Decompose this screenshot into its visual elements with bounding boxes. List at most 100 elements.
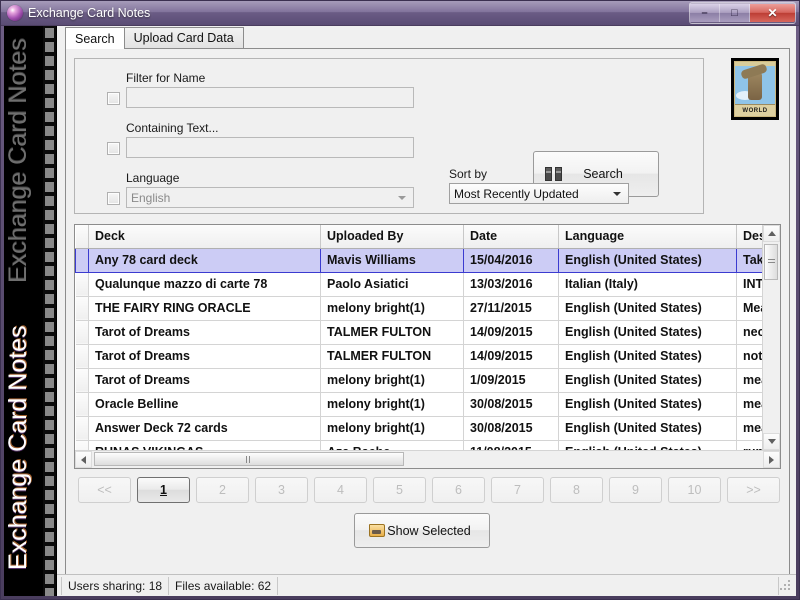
pager-next-button[interactable]: >> xyxy=(727,477,780,503)
grid-horizontal-scrollbar[interactable] xyxy=(75,450,780,468)
cell-uploaded-by[interactable]: Mavis Williams xyxy=(320,247,464,273)
cell-language[interactable]: English (United States) xyxy=(558,440,737,450)
language-combobox[interactable]: English xyxy=(126,187,414,208)
cell-language[interactable]: English (United States) xyxy=(558,416,737,441)
table-row[interactable]: Qualunque mazzo di carte 78 Paolo Asiatic… xyxy=(75,272,762,297)
maximize-button[interactable]: □ xyxy=(720,4,750,22)
containing-text-checkbox[interactable] xyxy=(107,142,120,155)
table-row[interactable]: Tarot of Dreams TALMER FULTON 14/09/2015 En… xyxy=(75,320,762,345)
cell-date[interactable]: 13/03/2016 xyxy=(463,272,559,297)
row-selector-cell[interactable] xyxy=(75,247,89,273)
column-header-date[interactable]: Date xyxy=(463,225,559,249)
row-selector-cell[interactable] xyxy=(75,272,89,297)
table-row[interactable]: RUNAS VIKINGASAza Bache11/08/2015English… xyxy=(75,440,762,450)
cell-desc[interactable]: necr xyxy=(736,320,762,345)
cell-date[interactable]: 11/08/2015 xyxy=(463,440,559,450)
scroll-down-button[interactable] xyxy=(763,433,780,450)
pager-page-9[interactable]: 9 xyxy=(609,477,662,503)
tab-search[interactable]: Search xyxy=(65,27,125,49)
vertical-scroll-track[interactable] xyxy=(763,242,780,433)
cell-uploaded-by[interactable]: melony bright(1) xyxy=(320,392,464,417)
cell-desc[interactable]: mear xyxy=(736,368,762,393)
cell-uploaded-by[interactable]: TALMER FULTON xyxy=(320,344,464,369)
cell-uploaded-by[interactable]: melony bright(1) xyxy=(320,368,464,393)
column-header-desc[interactable]: Desc xyxy=(736,225,762,249)
cell-date[interactable]: 30/08/2015 xyxy=(463,392,559,417)
table-row[interactable]: Answer Deck 72 cards melony bright(1) 30/0… xyxy=(75,416,762,441)
cell-language[interactable]: English (United States) xyxy=(558,368,737,393)
horizontal-scroll-thumb[interactable] xyxy=(94,452,404,466)
cell-date[interactable]: 1/09/2015 xyxy=(463,368,559,393)
cell-uploaded-by[interactable]: Aza Bache xyxy=(320,440,464,450)
cell-deck[interactable]: Any 78 card deck xyxy=(88,247,321,273)
cell-uploaded-by[interactable]: TALMER FULTON xyxy=(320,320,464,345)
row-selector-cell[interactable] xyxy=(75,368,89,393)
cell-deck[interactable]: RUNAS VIKINGAS xyxy=(88,440,321,450)
pager-page-4[interactable]: 4 xyxy=(314,477,367,503)
sort-by-combobox[interactable]: Most Recently Updated xyxy=(449,183,629,204)
cell-language[interactable]: English (United States) xyxy=(558,344,737,369)
cell-uploaded-by[interactable]: melony bright(1) xyxy=(320,416,464,441)
cell-language[interactable]: Italian (Italy) xyxy=(558,272,737,297)
cell-language[interactable]: English (United States) xyxy=(558,247,737,273)
cell-desc[interactable]: mear xyxy=(736,416,762,441)
table-row[interactable]: Tarot of Dreams TALMER FULTON 14/09/2015 En… xyxy=(75,344,762,369)
cell-deck[interactable]: Qualunque mazzo di carte 78 xyxy=(88,272,321,297)
cell-date[interactable]: 14/09/2015 xyxy=(463,320,559,345)
pager-page-1[interactable]: 1 xyxy=(137,477,190,503)
cell-desc[interactable]: Mear xyxy=(736,296,762,321)
filter-for-name-checkbox[interactable] xyxy=(107,92,120,105)
pager-page-3[interactable]: 3 xyxy=(255,477,308,503)
cell-desc[interactable]: Take xyxy=(736,247,762,273)
tab-upload-card-data[interactable]: Upload Card Data xyxy=(123,27,244,48)
card-thumbnail[interactable]: WORLD xyxy=(731,58,779,120)
column-header-language[interactable]: Language xyxy=(558,225,737,249)
row-selector-cell[interactable] xyxy=(75,296,89,321)
cell-deck[interactable]: Answer Deck 72 cards xyxy=(88,416,321,441)
cell-desc[interactable]: runas xyxy=(736,440,762,450)
cell-date[interactable]: 27/11/2015 xyxy=(463,296,559,321)
cell-deck[interactable]: Tarot of Dreams xyxy=(88,344,321,369)
pager-page-7[interactable]: 7 xyxy=(491,477,544,503)
cell-deck[interactable]: Tarot of Dreams xyxy=(88,320,321,345)
row-selector-cell[interactable] xyxy=(75,440,89,450)
pager-prev-button[interactable]: << xyxy=(78,477,131,503)
pager-page-2[interactable]: 2 xyxy=(196,477,249,503)
minimize-button[interactable]: – xyxy=(690,4,720,22)
scroll-left-button[interactable] xyxy=(75,451,92,468)
cell-uploaded-by[interactable]: melony bright(1) xyxy=(320,296,464,321)
row-selector-cell[interactable] xyxy=(75,392,89,417)
row-selector-cell[interactable] xyxy=(75,416,89,441)
cell-language[interactable]: English (United States) xyxy=(558,320,737,345)
horizontal-scroll-track[interactable] xyxy=(92,451,763,468)
language-checkbox[interactable] xyxy=(107,192,120,205)
cell-date[interactable]: 14/09/2015 xyxy=(463,344,559,369)
pager-page-6[interactable]: 6 xyxy=(432,477,485,503)
show-selected-button[interactable]: Show Selected xyxy=(354,513,490,548)
cell-date[interactable]: 30/08/2015 xyxy=(463,416,559,441)
table-row[interactable]: Any 78 card deck Mavis Williams 15/04/2016… xyxy=(75,247,762,273)
close-button[interactable]: ✕ xyxy=(750,4,795,22)
scroll-right-button[interactable] xyxy=(763,451,780,468)
cell-uploaded-by[interactable]: Paolo Asiatici xyxy=(320,272,464,297)
row-selector-cell[interactable] xyxy=(75,344,89,369)
column-header-uploaded-by[interactable]: Uploaded By xyxy=(320,225,464,249)
cell-desc[interactable]: mear xyxy=(736,392,762,417)
pager-page-5[interactable]: 5 xyxy=(373,477,426,503)
table-row[interactable]: THE FAIRY RING ORACLE melony bright(1) 27/… xyxy=(75,296,762,321)
grid-vertical-scrollbar[interactable] xyxy=(762,225,780,450)
filter-for-name-input[interactable] xyxy=(126,87,414,108)
cell-language[interactable]: English (United States) xyxy=(558,392,737,417)
cell-deck[interactable]: Tarot of Dreams xyxy=(88,368,321,393)
table-row[interactable]: Oracle Belline melony bright(1) 30/08/2015… xyxy=(75,392,762,417)
cell-desc[interactable]: INTE xyxy=(736,272,762,297)
cell-deck[interactable]: Oracle Belline xyxy=(88,392,321,417)
cell-language[interactable]: English (United States) xyxy=(558,296,737,321)
resize-grip-icon[interactable] xyxy=(779,578,793,593)
scroll-up-button[interactable] xyxy=(763,225,780,242)
cell-deck[interactable]: THE FAIRY RING ORACLE xyxy=(88,296,321,321)
vertical-scroll-thumb[interactable] xyxy=(764,244,778,280)
cell-desc[interactable]: notes xyxy=(736,344,762,369)
title-bar[interactable]: Exchange Card Notes – □ ✕ xyxy=(1,1,799,26)
row-selector-cell[interactable] xyxy=(75,320,89,345)
